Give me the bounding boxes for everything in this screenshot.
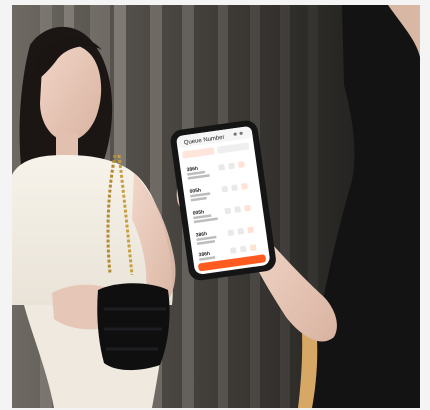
photo-frame: Queue Number 386h 005h 005h 386h 386h (0, 0, 430, 410)
action-button[interactable] (230, 247, 237, 254)
action-button[interactable] (228, 162, 235, 170)
action-button[interactable] (247, 226, 254, 234)
photo-illustration: Queue Number 386h 005h 005h 386h 386h (12, 5, 420, 408)
action-button[interactable] (237, 228, 244, 235)
action-button[interactable] (239, 245, 247, 253)
action-button[interactable] (238, 161, 245, 168)
action-button[interactable] (227, 229, 235, 236)
action-button[interactable] (231, 184, 238, 192)
action-button[interactable] (249, 244, 257, 252)
photo-scene: Queue Number 386h 005h 005h 386h 386h (12, 5, 420, 408)
handbag (97, 283, 170, 371)
action-button[interactable] (241, 183, 248, 190)
action-button[interactable] (224, 207, 232, 215)
action-button[interactable] (218, 164, 225, 171)
action-button[interactable] (221, 185, 228, 193)
action-button[interactable] (244, 204, 251, 212)
action-button[interactable] (234, 206, 241, 213)
